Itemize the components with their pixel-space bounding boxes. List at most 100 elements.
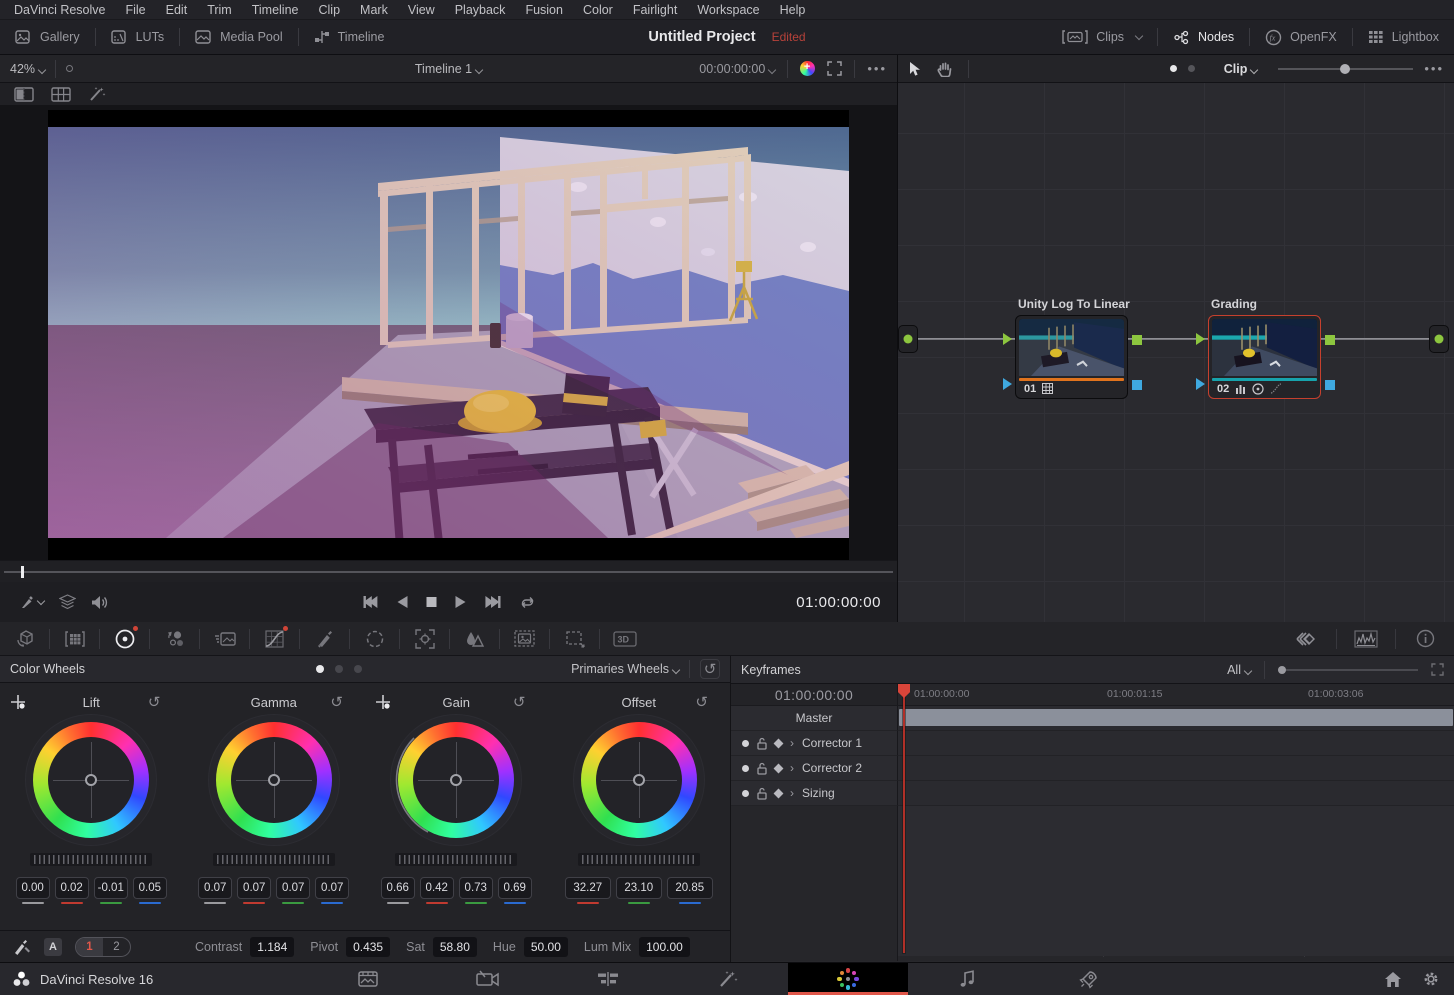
output-node[interactable] (1429, 325, 1449, 353)
lift-master-slider[interactable] (30, 853, 152, 866)
go-to-start-button[interactable] (361, 595, 378, 609)
node-options-menu[interactable]: ••• (1424, 61, 1444, 76)
keyframes-ruler[interactable]: 01:00:00:00 01:00:01:15 01:00:03:06 (898, 684, 1454, 706)
magic-wand-icon[interactable] (88, 86, 106, 102)
scrubber-playhead[interactable] (21, 566, 24, 578)
scrubber-track[interactable] (4, 571, 893, 573)
page-2-button[interactable]: 2 (103, 938, 130, 956)
qualifier-icon[interactable] (300, 622, 349, 655)
gamma-master-slider[interactable] (213, 853, 335, 866)
gamma-r-value[interactable]: 0.07 (237, 877, 271, 899)
gain-r-value[interactable]: 0.42 (420, 877, 454, 899)
media-pool-button[interactable]: Media Pool (180, 20, 298, 54)
viewer-zoom-select[interactable]: 42% (10, 62, 45, 76)
gain-reset-button[interactable]: ↺ (513, 693, 526, 711)
lift-crosshair-icon[interactable] (10, 694, 26, 710)
offset-b-value[interactable]: 20.85 (667, 877, 713, 899)
scopes-icon[interactable] (1337, 622, 1395, 655)
track-row-master[interactable]: Master (731, 706, 1454, 731)
grid-view-icon[interactable] (51, 87, 71, 102)
master-track-bar[interactable] (899, 709, 1453, 726)
auto-button[interactable]: A (44, 938, 62, 956)
camera-raw-icon[interactable] (0, 622, 49, 655)
node-page-dot-2[interactable] (1188, 65, 1195, 72)
pivot-value[interactable]: 0.435 (346, 937, 390, 957)
auto-balance-icon[interactable] (13, 938, 31, 955)
gain-y-value[interactable]: 0.66 (381, 877, 415, 899)
blur-icon[interactable] (450, 622, 499, 655)
keyframes-playhead-line[interactable] (903, 694, 905, 953)
menu-mark[interactable]: Mark (350, 3, 398, 17)
offset-master-slider[interactable] (578, 853, 700, 866)
menu-clip[interactable]: Clip (309, 3, 351, 17)
split-screen-icon[interactable] (14, 87, 34, 102)
keyframes-expand-icon[interactable] (1431, 663, 1444, 676)
wheel-mode-select[interactable]: Primaries Wheels (571, 662, 679, 676)
gain-master-slider[interactable] (395, 853, 517, 866)
lift-wheel-handle[interactable] (85, 774, 97, 786)
page-fusion[interactable] (668, 963, 788, 995)
page-deliver[interactable] (1028, 963, 1148, 995)
offset-wheel[interactable] (581, 722, 697, 838)
gamma-y-value[interactable]: 0.07 (198, 877, 232, 899)
keyframes-filter-select[interactable]: All (1227, 663, 1251, 677)
lift-r-value[interactable]: 0.02 (55, 877, 89, 899)
sizing-icon[interactable] (550, 622, 599, 655)
stereo-3d-icon[interactable]: 3D (600, 622, 649, 655)
gallery-button[interactable]: Gallery (0, 20, 95, 54)
node-1-rgb-output[interactable] (1132, 335, 1142, 345)
gain-crosshair-icon[interactable] (375, 694, 391, 710)
gamma-wheel-handle[interactable] (268, 774, 280, 786)
track-row-sizing[interactable]: › Sizing (731, 781, 1454, 806)
timeline-select[interactable]: Timeline 1 (415, 62, 482, 76)
offset-reset-button[interactable]: ↺ (695, 693, 708, 711)
viewer-scrubber[interactable] (0, 560, 897, 582)
color-wheels-icon[interactable] (100, 622, 149, 655)
enhanced-viewer-icon[interactable] (800, 61, 815, 76)
keyframe-diamond-icon[interactable] (774, 788, 784, 798)
menu-workspace[interactable]: Workspace (687, 3, 769, 17)
offset-r-value[interactable]: 32.27 (565, 877, 611, 899)
stop-button[interactable] (425, 595, 437, 609)
keyframe-diamond-icon[interactable] (774, 738, 784, 748)
grade-versions-icon[interactable] (1278, 622, 1336, 655)
go-to-end-button[interactable] (484, 595, 501, 609)
menu-edit[interactable]: Edit (156, 3, 198, 17)
viewer-options-menu[interactable]: ••• (867, 61, 887, 76)
track-enable-dot[interactable] (742, 790, 749, 797)
loop-button[interactable] (518, 595, 536, 610)
node-1-key-input[interactable] (1003, 378, 1012, 390)
source-node[interactable] (898, 325, 918, 353)
tracker-icon[interactable] (400, 622, 449, 655)
gamma-wheel[interactable] (216, 722, 332, 838)
wipe-modes-icon[interactable] (59, 594, 76, 610)
track-expand-chevron[interactable]: › (790, 786, 794, 800)
page-media[interactable] (308, 963, 428, 995)
node-graph[interactable]: Unity Log To Linear (898, 83, 1454, 622)
page-1-button[interactable]: 1 (76, 938, 103, 956)
gain-b-value[interactable]: 0.69 (498, 877, 532, 899)
keyframe-diamond-icon[interactable] (774, 763, 784, 773)
menu-fairlight[interactable]: Fairlight (623, 3, 687, 17)
rgb-mixer-icon[interactable] (200, 622, 249, 655)
menu-timeline[interactable]: Timeline (242, 3, 309, 17)
menu-fusion[interactable]: Fusion (515, 3, 573, 17)
reset-all-button[interactable]: ↺ (700, 659, 720, 679)
node-1-rgb-input[interactable] (1003, 333, 1012, 345)
track-row-corrector-1[interactable]: › Corrector 1 (731, 731, 1454, 756)
node-zoom-thumb[interactable] (1340, 64, 1350, 74)
window-icon[interactable] (350, 622, 399, 655)
gamma-reset-button[interactable]: ↺ (330, 693, 343, 711)
timeline-button[interactable]: Timeline (299, 20, 400, 54)
nodes-button[interactable]: Nodes (1158, 20, 1249, 54)
menu-file[interactable]: File (115, 3, 155, 17)
track-enable-dot[interactable] (742, 765, 749, 772)
offset-g-value[interactable]: 23.10 (616, 877, 662, 899)
lock-icon[interactable] (757, 762, 767, 775)
corrector-node-2[interactable]: Grading (1208, 315, 1321, 399)
track-expand-chevron[interactable]: › (790, 736, 794, 750)
gamma-g-value[interactable]: 0.07 (276, 877, 310, 899)
key-icon[interactable] (500, 622, 549, 655)
lock-icon[interactable] (757, 787, 767, 800)
contrast-value[interactable]: 1.184 (250, 937, 294, 957)
